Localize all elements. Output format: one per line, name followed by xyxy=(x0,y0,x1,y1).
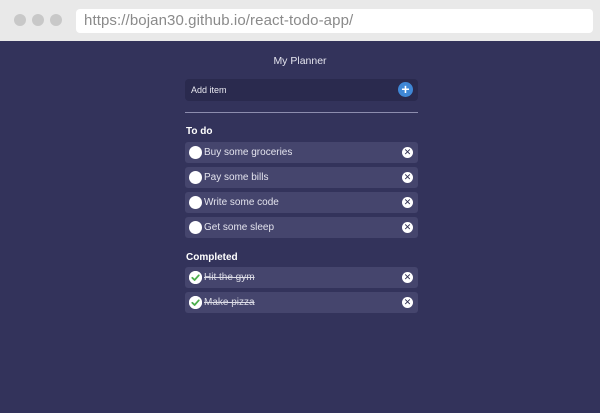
delete-icon[interactable]: ✕ xyxy=(402,197,413,208)
completed-item[interactable]: Make pizza ✕ xyxy=(185,292,418,313)
plus-icon: + xyxy=(401,81,410,97)
app-title: My Planner xyxy=(273,55,327,67)
completed-item-label: Make pizza xyxy=(204,297,255,308)
todo-item-label: Get some sleep xyxy=(204,222,275,233)
todo-item-label: Buy some groceries xyxy=(204,147,293,158)
completed-item[interactable]: Hit the gym ✕ xyxy=(185,267,418,288)
delete-icon[interactable]: ✕ xyxy=(402,222,413,233)
completed-item-label: Hit the gym xyxy=(204,272,255,283)
incomplete-circle-icon[interactable] xyxy=(189,171,202,184)
checkmark-icon[interactable] xyxy=(189,296,202,309)
todo-item-label: Pay some bills xyxy=(204,172,269,183)
address-bar[interactable]: https://bojan30.github.io/react-todo-app… xyxy=(76,9,593,33)
delete-icon[interactable]: ✕ xyxy=(402,172,413,183)
incomplete-circle-icon[interactable] xyxy=(189,146,202,159)
delete-icon[interactable]: ✕ xyxy=(402,272,413,283)
checkmark-icon[interactable] xyxy=(189,271,202,284)
window-minimize-dot[interactable] xyxy=(32,14,44,26)
add-item-row: Add item + xyxy=(185,79,418,101)
incomplete-circle-icon[interactable] xyxy=(189,196,202,209)
delete-icon[interactable]: ✕ xyxy=(402,147,413,158)
todo-item[interactable]: Get some sleep ✕ xyxy=(185,217,418,238)
incomplete-circle-icon[interactable] xyxy=(189,221,202,234)
todo-item-label: Write some code xyxy=(204,197,279,208)
delete-icon[interactable]: ✕ xyxy=(402,297,413,308)
browser-toolbar: https://bojan30.github.io/react-todo-app… xyxy=(0,0,600,41)
window-close-dot[interactable] xyxy=(14,14,26,26)
todo-item[interactable]: Write some code ✕ xyxy=(185,192,418,213)
window-maximize-dot[interactable] xyxy=(50,14,62,26)
completed-heading: Completed xyxy=(186,252,238,263)
todo-heading: To do xyxy=(186,126,213,137)
todo-item[interactable]: Pay some bills ✕ xyxy=(185,167,418,188)
divider xyxy=(185,112,418,113)
todo-item[interactable]: Buy some groceries ✕ xyxy=(185,142,418,163)
add-item-button[interactable]: + xyxy=(398,82,413,97)
add-item-input[interactable]: Add item xyxy=(191,79,227,101)
todo-app: My Planner Add item + To do Buy some gro… xyxy=(0,41,600,413)
